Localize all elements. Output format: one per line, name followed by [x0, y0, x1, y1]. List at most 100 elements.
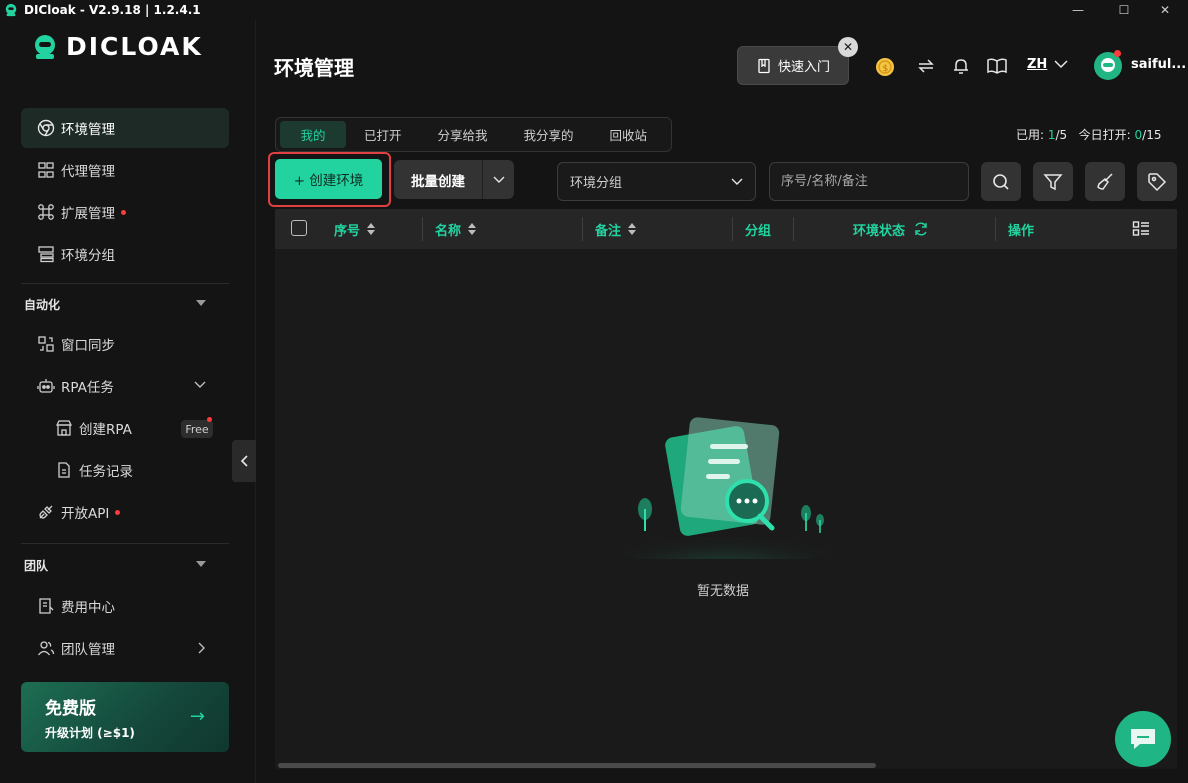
- sidebar-item-task-records[interactable]: 任务记录: [21, 450, 229, 490]
- sidebar-item-label: 开放API: [61, 506, 110, 522]
- column-divider: [422, 217, 423, 241]
- search-input[interactable]: [769, 162, 969, 201]
- refresh-icon[interactable]: [913, 221, 929, 237]
- env-group-select[interactable]: 环境分组: [557, 162, 756, 201]
- column-header-name[interactable]: 名称: [435, 209, 477, 249]
- usage-stats: 已用: 1/5 今日打开: 0/15: [1016, 126, 1161, 143]
- sidebar-item-label: 环境管理: [61, 122, 115, 138]
- env-group-select-value: 环境分组: [570, 176, 623, 191]
- sidebar-item-open-api[interactable]: 开放API: [21, 492, 229, 532]
- chevron-down-icon[interactable]: [1054, 57, 1068, 71]
- create-env-button[interactable]: + 创建环境: [275, 159, 382, 199]
- empty-state-illustration: [610, 417, 840, 559]
- sidebar-item-label: 窗口同步: [61, 338, 115, 354]
- sidebar-item-label: 扩展管理: [61, 206, 115, 222]
- sidebar-item-label: 创建RPA: [79, 422, 132, 438]
- sidebar-item-proxy-management[interactable]: 代理管理: [21, 150, 229, 190]
- notification-dot: [1114, 50, 1121, 57]
- tab-opened[interactable]: 已打开: [346, 121, 420, 148]
- upgrade-plan-card[interactable]: 免费版 升级计划 (≥$1) →: [21, 682, 229, 752]
- clean-button[interactable]: [1085, 162, 1125, 201]
- username[interactable]: saiful...: [1131, 57, 1186, 72]
- team-section-label[interactable]: 团队: [24, 557, 48, 574]
- tab-mine[interactable]: 我的: [280, 121, 346, 148]
- logo-text: DICLOAK: [66, 32, 203, 61]
- filter-button[interactable]: [1033, 162, 1073, 201]
- document-icon: [55, 461, 73, 479]
- sidebar-item-label: 代理管理: [61, 164, 115, 180]
- sidebar-item-billing[interactable]: 费用中心: [21, 586, 229, 626]
- sidebar-item-env-group[interactable]: 环境分组: [21, 234, 229, 274]
- support-chat-button[interactable]: [1115, 711, 1171, 767]
- column-label: 备注: [595, 223, 622, 239]
- tag-button[interactable]: [1137, 162, 1177, 201]
- column-label: 环境状态: [853, 223, 906, 239]
- column-header-remark[interactable]: 备注: [595, 209, 637, 249]
- free-badge: Free: [181, 420, 213, 438]
- notification-dot: [115, 509, 121, 515]
- batch-create-button[interactable]: 批量创建: [394, 160, 514, 199]
- filter-icon: [1043, 173, 1063, 190]
- tab-recycle-bin[interactable]: 回收站: [592, 121, 666, 148]
- language-selector[interactable]: ZH: [1027, 57, 1047, 72]
- column-label: 序号: [334, 223, 361, 239]
- collapse-sidebar-button[interactable]: [232, 440, 256, 482]
- sidebar-item-team-management[interactable]: 团队管理: [21, 628, 229, 668]
- bell-icon[interactable]: [949, 54, 973, 78]
- column-divider: [995, 217, 996, 241]
- sidebar-item-label: 任务记录: [79, 464, 133, 480]
- chevron-left-icon: [240, 455, 248, 467]
- caret-down-icon[interactable]: [196, 561, 206, 567]
- sort-icon[interactable]: [628, 223, 637, 235]
- svg-text:$: $: [883, 64, 889, 74]
- used-total: /5: [1055, 128, 1068, 142]
- quick-start-button[interactable]: 快速入门: [737, 46, 849, 85]
- tab-my-shared[interactable]: 我分享的: [506, 121, 592, 148]
- sidebar-item-label: RPA任务: [61, 380, 114, 396]
- dicloak-logo-icon: [35, 34, 55, 59]
- column-divider: [732, 217, 733, 241]
- chrome-icon: [37, 119, 55, 137]
- chevron-down-icon[interactable]: [483, 176, 514, 184]
- column-label: 操作: [1008, 223, 1035, 239]
- sort-icon[interactable]: [468, 223, 477, 235]
- sidebar-item-label: 环境分组: [61, 248, 115, 264]
- app-logo-icon: [5, 3, 17, 17]
- horizontal-scrollbar[interactable]: [278, 763, 876, 768]
- tag-icon: [1148, 172, 1167, 191]
- used-label: 已用:: [1016, 128, 1045, 142]
- quick-start-label: 快速入门: [777, 60, 830, 75]
- logo: DICLOAK: [32, 32, 203, 61]
- sidebar-item-window-sync[interactable]: 窗口同步: [21, 324, 229, 364]
- coin-icon[interactable]: $: [873, 54, 897, 78]
- sidebar-item-rpa-tasks[interactable]: RPA任务: [21, 366, 229, 406]
- opened-today-total: /15: [1142, 128, 1162, 142]
- sort-icon[interactable]: [367, 223, 376, 235]
- automation-section-label[interactable]: 自动化: [24, 296, 60, 313]
- column-divider: [582, 217, 583, 241]
- sidebar-item-extension-management[interactable]: 扩展管理: [21, 192, 229, 232]
- book-open-icon[interactable]: [985, 54, 1009, 78]
- tab-shared-to-me[interactable]: 分享给我: [420, 121, 506, 148]
- upgrade-plan-label: 升级计划 (≥$1): [45, 726, 135, 740]
- chevron-down-icon: [194, 381, 206, 388]
- switch-icon[interactable]: [914, 54, 938, 78]
- sidebar-item-env-management[interactable]: 环境管理: [21, 108, 229, 148]
- brush-icon: [1097, 172, 1113, 190]
- close-window-button[interactable]: ✕: [1142, 0, 1188, 20]
- column-header-index[interactable]: 序号: [334, 209, 376, 249]
- close-icon[interactable]: ✕: [838, 37, 858, 57]
- search-button[interactable]: [981, 162, 1021, 201]
- column-label: 名称: [435, 223, 462, 239]
- maximize-button[interactable]: ☐: [1101, 0, 1147, 20]
- column-settings-icon[interactable]: [1132, 220, 1150, 242]
- opened-today-label: 今日打开:: [1078, 128, 1131, 142]
- sidebar-item-label: 团队管理: [61, 642, 115, 658]
- title-bar: DICloak - V2.9.18 | 1.2.4.1: [0, 0, 1188, 20]
- caret-down-icon[interactable]: [196, 300, 206, 306]
- select-all-checkbox[interactable]: [291, 220, 307, 236]
- column-header-status: 环境状态: [853, 209, 929, 249]
- minimize-button[interactable]: —: [1055, 0, 1101, 20]
- proxy-icon: [37, 161, 55, 179]
- chat-icon: [1131, 729, 1155, 749]
